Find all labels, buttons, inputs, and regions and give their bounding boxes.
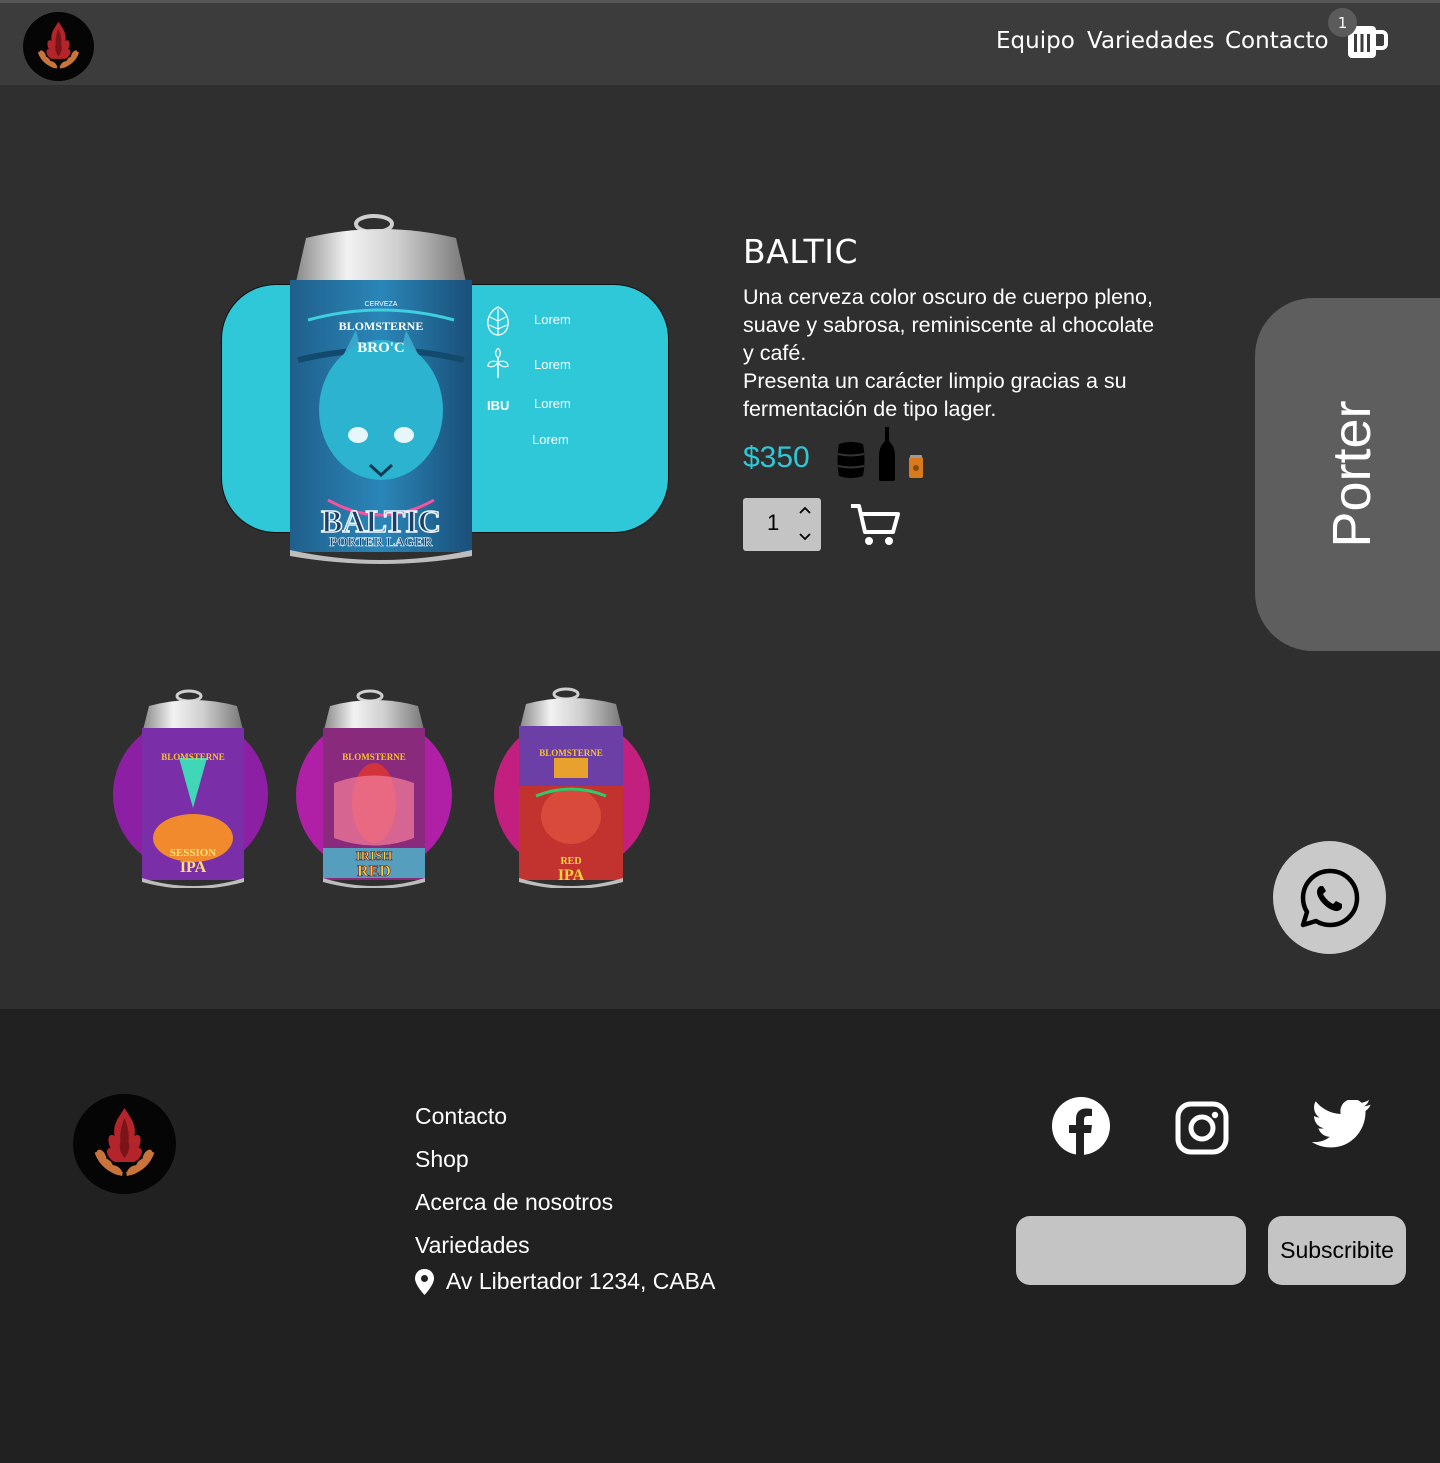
add-to-cart-icon[interactable] — [849, 502, 901, 548]
related-name-top: SESSION — [170, 847, 217, 859]
related-brand: BLOMSTERNE — [342, 752, 406, 762]
cart-count-badge[interactable]: 1 — [1328, 8, 1357, 37]
can-brand: BLOMSTERNE — [339, 319, 424, 333]
stat-ibu-value: Lorem — [534, 396, 571, 411]
stat-grain-value: Lorem — [534, 357, 571, 372]
subscribe-button[interactable]: Subscribite — [1268, 1216, 1406, 1285]
stat-extra-value: Lorem — [532, 432, 569, 447]
can-format-icon[interactable] — [908, 455, 924, 479]
footer-link-shop[interactable]: Shop — [415, 1146, 469, 1173]
hop-icon — [487, 306, 509, 336]
related-name-top: IRISH — [356, 848, 393, 863]
brand-logo-icon — [74, 1094, 175, 1194]
address-text: Av Libertador 1234, CABA — [446, 1268, 716, 1294]
related-can-session-ipa[interactable]: BLOMSTERNE SESSION IPA — [139, 688, 247, 888]
footer-link-acerca[interactable]: Acerca de nosotros — [415, 1189, 613, 1216]
bottle-icon[interactable] — [878, 427, 896, 481]
twitter-icon[interactable] — [1311, 1100, 1371, 1150]
brand-logo-icon — [24, 12, 93, 81]
brand-logo[interactable] — [23, 12, 94, 81]
baltic-can-image: CERVEZA BLOMSTERNE BRO'C BALTIC PORTER L… — [290, 214, 472, 564]
footer-link-variedades[interactable]: Variedades — [415, 1232, 530, 1259]
subscribe-email-input[interactable] — [1016, 1216, 1246, 1285]
product-title: BALTIC — [743, 232, 858, 271]
footer-link-contacto[interactable]: Contacto — [415, 1103, 507, 1130]
related-brand: BLOMSTERNE — [539, 748, 603, 758]
chevron-up-icon[interactable] — [797, 503, 813, 517]
related-name-bottom: IPA — [180, 859, 207, 876]
related-name-top: RED — [560, 856, 581, 867]
instagram-icon[interactable] — [1175, 1101, 1229, 1155]
can-brand-small: CERVEZA — [365, 301, 398, 308]
whatsapp-button[interactable] — [1273, 841, 1386, 954]
nav-equipo[interactable]: Equipo — [996, 28, 1075, 54]
header-bar — [0, 3, 1440, 85]
description-line: Presenta un carácter limpio gracias a su… — [743, 369, 1127, 421]
nav-contacto[interactable]: Contacto — [1225, 28, 1329, 54]
category-tab-label: Porter — [1322, 400, 1382, 548]
product-price: $350 — [743, 441, 810, 474]
barrel-icon[interactable] — [836, 440, 866, 480]
chevron-down-icon[interactable] — [797, 530, 813, 544]
product-description: Una cerveza color oscuro de cuerpo pleno… — [743, 283, 1163, 423]
nav-variedades[interactable]: Variedades — [1087, 28, 1214, 54]
can-sub: BRO'C — [357, 340, 405, 356]
stat-hop-value: Lorem — [534, 312, 571, 327]
ibu-label: IBU — [487, 398, 510, 413]
related-name-bottom: RED — [357, 863, 391, 880]
related-name-bottom: IPA — [558, 867, 585, 884]
description-line: Una cerveza color oscuro de cuerpo pleno… — [743, 285, 1155, 365]
can-beer-style: PORTER LAGER — [329, 534, 433, 549]
whatsapp-icon — [1300, 868, 1359, 927]
related-brand: BLOMSTERNE — [161, 752, 225, 762]
related-can-red-ipa[interactable]: BLOMSTERNE RED IPA — [516, 686, 626, 888]
footer-address: Av Libertador 1234, CABA — [415, 1268, 715, 1295]
related-can-irish-red[interactable]: BLOMSTERNE IRISH RED — [320, 688, 428, 888]
location-pin-icon — [415, 1268, 434, 1295]
footer-logo[interactable] — [73, 1094, 176, 1194]
facebook-icon[interactable] — [1052, 1097, 1110, 1155]
quantity-value[interactable]: 1 — [767, 510, 779, 536]
quantity-stepper[interactable]: 1 — [743, 498, 821, 551]
grain-icon — [487, 348, 509, 378]
